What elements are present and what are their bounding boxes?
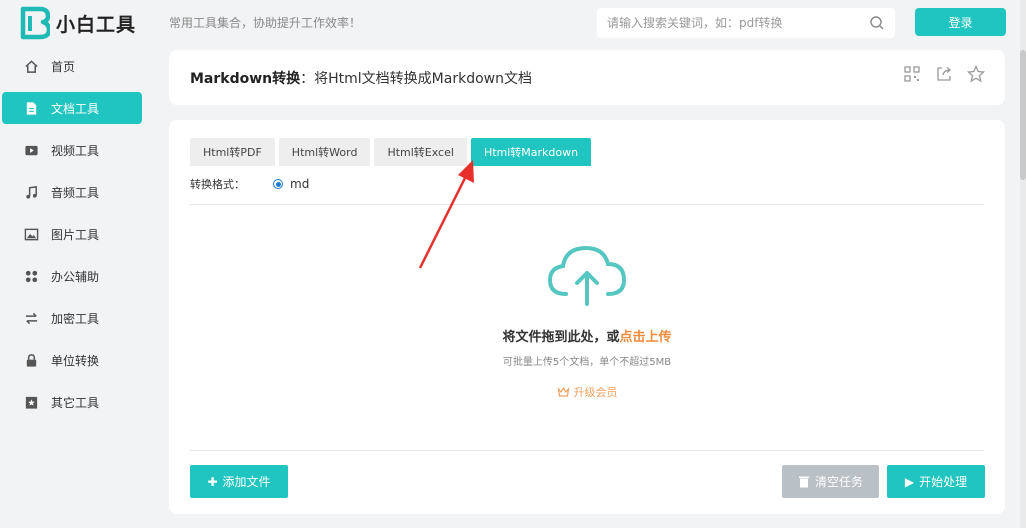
clear-tasks-button[interactable]: 清空任务 xyxy=(782,465,879,498)
format-row: 转换格式： md xyxy=(190,176,309,192)
home-icon xyxy=(24,59,39,74)
converter-panel: Html转PDF Html转Word Html转Excel Html转Markd… xyxy=(169,120,1005,514)
sidebar-item-label: 图片工具 xyxy=(51,227,100,242)
sidebar-item-label: 文档工具 xyxy=(51,101,100,116)
start-processing-button[interactable]: ▶ 开始处理 xyxy=(887,465,985,498)
tab-html-to-excel[interactable]: Html转Excel xyxy=(374,138,467,166)
page-subtitle: ：将Html文档转换成Markdown文档 xyxy=(300,70,532,87)
sidebar-item-label: 首页 xyxy=(51,59,76,74)
clear-tasks-label: 清空任务 xyxy=(814,475,863,489)
title-actions xyxy=(903,64,986,83)
search-box[interactable] xyxy=(597,8,895,38)
bookmark-icon xyxy=(24,395,39,410)
star-icon[interactable] xyxy=(966,64,986,83)
sidebar-item-unit-conversion[interactable]: 单位转换 xyxy=(2,344,142,376)
sidebar-item-office[interactable]: 办公辅助 xyxy=(2,260,142,292)
drop-text: 将文件拖到此处，或 xyxy=(502,330,620,345)
video-icon xyxy=(24,143,39,158)
cloud-upload-icon xyxy=(547,245,627,306)
sidebar-item-documents[interactable]: 文档工具 xyxy=(2,92,142,124)
sidebar-item-image[interactable]: 图片工具 xyxy=(2,218,142,250)
scrollbar-thumb[interactable] xyxy=(1020,50,1026,180)
drop-instructions: 将文件拖到此处，或点击上传 xyxy=(169,326,1005,345)
image-icon xyxy=(24,227,39,242)
play-icon: ▶ xyxy=(904,474,915,489)
sidebar-item-label: 加密工具 xyxy=(51,311,100,326)
lock-icon xyxy=(24,353,39,368)
add-file-label: 添加文件 xyxy=(222,475,271,489)
crown-icon xyxy=(557,386,569,397)
tab-html-to-markdown[interactable]: Html转Markdown xyxy=(470,138,592,166)
divider xyxy=(190,204,984,205)
start-processing-label: 开始处理 xyxy=(919,475,968,489)
title-card: Markdown转换 ：将Html文档转换成Markdown文档 xyxy=(169,50,1005,105)
format-radio[interactable] xyxy=(273,179,283,189)
click-upload-link[interactable]: 点击上传 xyxy=(620,330,672,345)
sidebar-item-label: 其它工具 xyxy=(51,395,100,410)
slogan: 常用工具集合，协助提升工作效率！ xyxy=(169,16,362,30)
conversion-tabs: Html转PDF Html转Word Html转Excel Html转Markd… xyxy=(190,138,592,166)
logo-mark-icon xyxy=(20,6,50,40)
tab-html-to-pdf[interactable]: Html转PDF xyxy=(190,138,275,166)
sidebar: 首页 文档工具 视频工具 音频工具 图片工具 办公辅助 加密工具 单位转换 其它… xyxy=(0,50,150,428)
sidebar-item-video[interactable]: 视频工具 xyxy=(2,134,142,166)
qr-code-icon[interactable] xyxy=(903,65,921,83)
search-input[interactable] xyxy=(607,16,869,30)
brand-name: 小白工具 xyxy=(56,13,137,36)
share-icon[interactable] xyxy=(935,65,953,83)
sidebar-item-encryption[interactable]: 加密工具 xyxy=(2,302,142,334)
upload-dropzone[interactable]: 将文件拖到此处，或点击上传 可批量上传5个文档，单个不超过5MB 升级会员 xyxy=(169,242,1005,402)
format-option[interactable]: md xyxy=(290,177,309,191)
sidebar-item-label: 视频工具 xyxy=(51,143,100,158)
add-file-button[interactable]: ✚ 添加文件 xyxy=(190,465,288,498)
format-label: 转换格式： xyxy=(190,178,245,191)
search-icon[interactable] xyxy=(869,15,885,31)
trash-icon xyxy=(798,476,809,488)
apps-icon xyxy=(24,269,39,284)
sidebar-item-label: 单位转换 xyxy=(51,353,100,368)
sidebar-item-other[interactable]: 其它工具 xyxy=(2,386,142,418)
music-icon xyxy=(24,185,39,200)
page-title: Markdown转换 xyxy=(190,70,301,87)
divider xyxy=(190,450,984,451)
login-button[interactable]: 登录 xyxy=(915,8,1006,36)
upgrade-member-link[interactable]: 升级会员 xyxy=(557,384,618,400)
document-icon xyxy=(24,101,39,116)
swap-icon xyxy=(24,311,39,326)
logo[interactable]: 小白工具 xyxy=(20,6,136,40)
sidebar-item-label: 办公辅助 xyxy=(51,269,100,284)
upload-hint: 可批量上传5个文档，单个不超过5MB xyxy=(502,357,672,368)
sidebar-item-home[interactable]: 首页 xyxy=(2,50,142,82)
upgrade-label: 升级会员 xyxy=(573,386,618,399)
sidebar-item-label: 音频工具 xyxy=(51,185,100,200)
scrollbar[interactable] xyxy=(1020,0,1026,528)
tab-html-to-word[interactable]: Html转Word xyxy=(278,138,371,166)
sidebar-item-audio[interactable]: 音频工具 xyxy=(2,176,142,208)
plus-icon: ✚ xyxy=(207,474,218,489)
